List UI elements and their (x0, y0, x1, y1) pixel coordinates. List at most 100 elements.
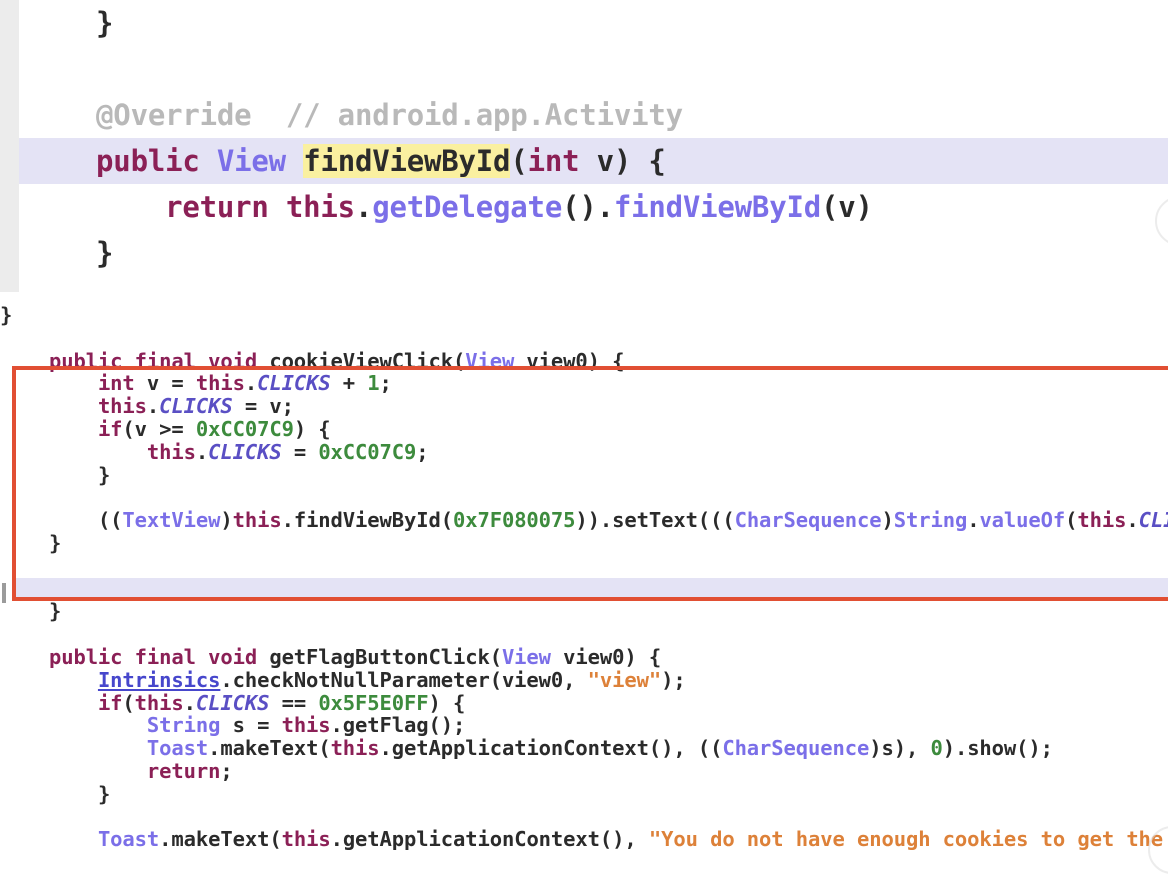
code-line[interactable]: if(this.CLICKS == 0x5F5E0FF) { (0, 690, 1168, 715)
code-line[interactable]: Toast.makeText(this.getApplicationContex… (0, 737, 1168, 760)
code-token: s = (220, 713, 282, 738)
code-line[interactable]: int v = this.CLICKS + 1; (0, 372, 1168, 395)
code-line[interactable] (19, 276, 1168, 292)
code-token: if (97, 690, 123, 715)
code-token: (), (( (648, 736, 723, 761)
code-token: Intrinsics (97, 667, 221, 692)
code-token: == (269, 690, 319, 715)
code-token: (( (97, 508, 123, 533)
code-line[interactable]: Intrinsics.checkNotNullParameter(view0, … (0, 667, 1168, 692)
code-token: 0 (930, 736, 943, 761)
code-line[interactable]: } (19, 0, 1168, 46)
code-line[interactable]: } (0, 600, 1168, 623)
code-token: this (281, 713, 331, 738)
code-line[interactable]: this.CLICKS = v; (0, 395, 1168, 418)
code-token: ; (379, 371, 392, 396)
code-line[interactable] (19, 46, 1168, 92)
code-token: CharSequence (734, 508, 882, 533)
code-token: ); (661, 667, 686, 692)
code-token: CharSequence (722, 736, 870, 761)
code-token: 1 (367, 371, 380, 396)
code-line[interactable]: this.CLICKS = 0xCC07C9; (0, 439, 1168, 464)
code-token: View (501, 644, 551, 669)
code-token: ( (1065, 508, 1078, 533)
code-line[interactable]: } (0, 781, 1168, 806)
code-token: (view0, (489, 667, 588, 692)
code-token: } (97, 781, 111, 806)
code-line[interactable]: if(v >= 0xCC07C9) { (0, 418, 1168, 441)
code-token: ) (881, 508, 894, 533)
code-line[interactable]: @Override // android.app.Activity (19, 92, 1168, 138)
code-line[interactable]: String s = this.getFlag(); (0, 714, 1168, 737)
code-token: } (97, 462, 111, 487)
decompiler-screenshot: } @Override // android.app.Activity publ… (0, 0, 1168, 880)
code-line[interactable]: return this.getDelegate().findViewById(v… (19, 184, 1168, 230)
search-match-token: findViewById (303, 144, 511, 178)
code-token: view0) { (550, 644, 662, 669)
code-line[interactable]: } (0, 532, 1168, 555)
code-token: . (967, 508, 980, 533)
code-line[interactable] (0, 327, 1168, 350)
code-token: } (48, 530, 62, 555)
code-line[interactable]: public View findViewById(int v) { (19, 138, 1168, 184)
code-token: CLICKS (195, 690, 270, 715)
code-line[interactable] (0, 806, 1168, 829)
code-line[interactable]: } (0, 462, 1168, 487)
code-token: getApplicationContext (391, 736, 649, 761)
code-token: public (96, 144, 217, 178)
code-token: makeText (171, 827, 270, 852)
code-token: . (281, 508, 294, 533)
code-token: this (1077, 508, 1127, 533)
code-line[interactable]: Toast.makeText(this.getApplicationContex… (0, 828, 1168, 851)
code-token: this (330, 736, 380, 761)
code-token: . (330, 713, 343, 738)
code-line[interactable]: ((TextView)this.findViewById(0x7F080075)… (0, 509, 1168, 532)
code-token: getFlagButtonClick (269, 644, 490, 669)
top-code-content[interactable]: } @Override // android.app.Activity publ… (19, 0, 1168, 292)
code-line[interactable] (0, 486, 1168, 509)
code-token: ( (122, 690, 135, 715)
code-token: @Override // android.app.Activity (96, 98, 683, 132)
code-token: (v >= (122, 416, 196, 441)
code-token: "You do not have enough cookies to get t… (648, 827, 1168, 852)
code-line[interactable]: } (19, 230, 1168, 276)
code-line[interactable]: public final void cookieViewClick(View v… (0, 348, 1168, 373)
code-token: . (330, 827, 343, 852)
top-code-panel[interactable]: } @Override // android.app.Activity publ… (0, 0, 1168, 292)
code-token: . (220, 667, 233, 692)
code-line[interactable] (0, 555, 1168, 578)
code-token: getFlag (342, 713, 429, 738)
code-token: ( (452, 348, 466, 373)
code-token: . (195, 439, 209, 464)
code-token: CLICKS (208, 439, 282, 464)
code-token: 0x5F5E0FF (318, 690, 429, 715)
code-token: } (48, 599, 62, 624)
code-line[interactable]: public final void getFlagButtonClick(Vie… (0, 646, 1168, 669)
code-token: . (183, 690, 196, 715)
code-line[interactable] (0, 623, 1168, 646)
code-token: (), (599, 827, 649, 852)
code-token: } (96, 6, 114, 40)
code-token: return (165, 190, 286, 224)
code-token: view0) { (514, 348, 625, 373)
code-token: = v; (232, 394, 294, 419)
code-token: View (216, 144, 304, 178)
code-token: } (96, 236, 114, 270)
code-token: if (97, 416, 123, 441)
code-token: . (379, 736, 392, 761)
code-token: 0x7F080075 (452, 508, 576, 533)
code-token: this (146, 439, 196, 464)
code-token: )). (575, 508, 613, 533)
code-line[interactable]: } (0, 304, 1168, 327)
code-line[interactable]: return; (0, 760, 1168, 783)
